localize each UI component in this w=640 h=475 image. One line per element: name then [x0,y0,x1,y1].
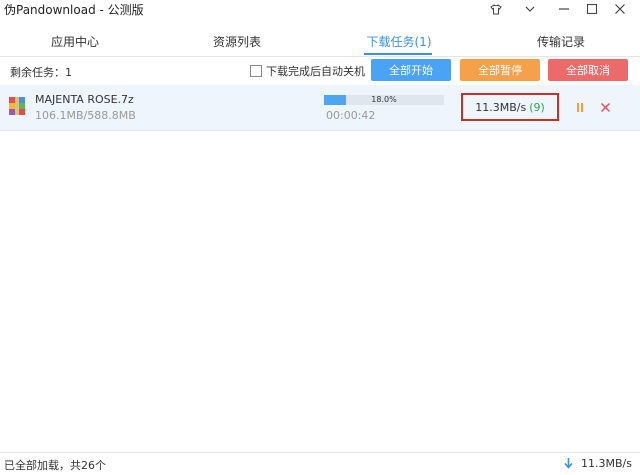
title-bar: 伪Pandownload - 公测版 [0,0,640,20]
minimize-icon [525,6,535,12]
pause-button[interactable] [574,101,586,113]
download-row[interactable]: MAJENTA ROSE.7z 106.1MB/588.8MB 18.0% 00… [0,85,640,131]
pause-all-button[interactable]: 全部暂停 [460,59,540,81]
tab-app-center[interactable]: 应用中心 [30,28,120,55]
total-speed-value: 11.3MB/s [581,457,632,470]
task-toolbar: 剩余任务：1 下载完成后自动关机 全部开始 全部暂停 全部取消 [0,57,640,85]
load-status: 已全部加载，共26个 [4,459,106,472]
skin-button[interactable] [482,0,510,18]
tab-resource-list[interactable]: 资源列表 [192,28,282,55]
start-all-button[interactable]: 全部开始 [371,59,451,81]
close-icon [615,4,625,14]
auto-shutdown-label: 下载完成后自动关机 [266,65,365,78]
progress-text: 18.0% [371,95,397,104]
download-arrow-icon [564,458,573,469]
archive-file-icon [9,97,25,115]
window-minimize-button[interactable] [550,0,578,18]
cancel-all-button[interactable]: 全部取消 [548,59,628,81]
cancel-task-button[interactable] [599,101,611,113]
close-button[interactable] [606,0,634,18]
auto-shutdown-option[interactable]: 下载完成后自动关机 [250,63,365,79]
auto-shutdown-checkbox[interactable] [250,65,262,77]
file-name: MAJENTA ROSE.7z [35,93,134,106]
active-tab-indicator [364,53,432,55]
main-tabs: 应用中心 资源列表 下载任务(1) 传输记录 [0,28,640,57]
file-size: 106.1MB/588.8MB [35,109,136,122]
tab-download-tasks[interactable]: 下载任务(1) [354,28,444,55]
shirt-icon [490,3,502,14]
status-bar: 已全部加载，共26个 11.3MB/s [0,452,640,475]
total-speed: 11.3MB/s [564,457,632,470]
progress-bar: 18.0% [324,95,444,105]
window-title: 伪Pandownload - 公测版 [4,3,144,17]
pause-icon [577,102,583,112]
maximize-icon [587,4,597,14]
connection-count: (9) [529,100,545,114]
maximize-button[interactable] [578,0,606,18]
dash-icon [559,8,569,10]
remaining-tasks: 剩余任务：1 [10,66,72,79]
speed-value: 11.3MB/s [475,100,527,114]
cancel-icon [600,102,610,112]
tab-transfer-records[interactable]: 传输记录 [516,28,606,55]
elapsed-time: 00:00:42 [326,109,376,122]
download-speed: 11.3MB/s (9) [461,93,559,121]
minimize-button[interactable] [516,0,544,18]
